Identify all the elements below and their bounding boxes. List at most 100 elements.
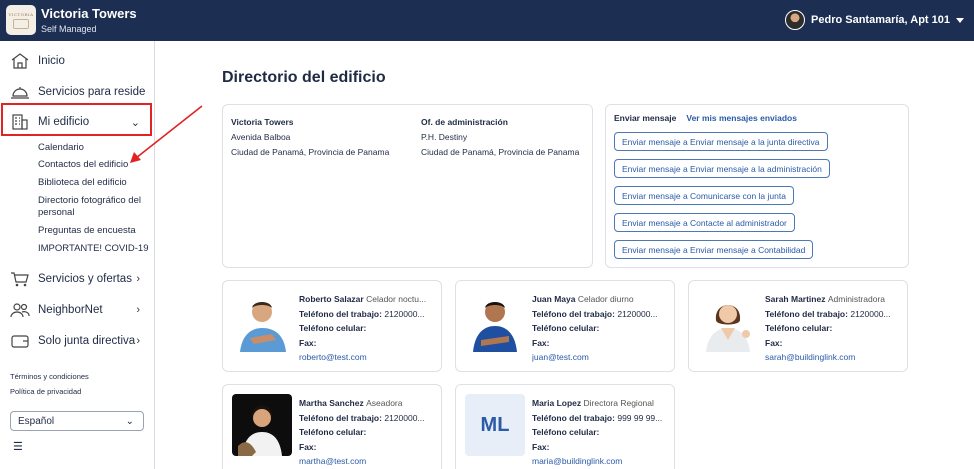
- contact-role: Administradora: [827, 294, 886, 304]
- user-avatar: [785, 10, 806, 30]
- cell-phone-label: Teléfono celular:: [532, 323, 600, 333]
- fax-label: Fax:: [532, 441, 550, 452]
- work-phone-label: Teléfono del trabajo:: [299, 412, 382, 423]
- sidebar-item-label: Servicios para residentes: [38, 86, 146, 98]
- building-line2: Ciudad de Panamá, Provincia de Panama: [231, 147, 390, 157]
- language-select[interactable]: Español ⌄: [10, 411, 144, 431]
- contact-info: Sarah Martinez Administradora Teléfono d…: [765, 292, 905, 365]
- contact-name: Roberto Salazar: [299, 294, 364, 304]
- contact-role: Celador noctu...: [366, 294, 427, 304]
- collapse-sidebar-icon[interactable]: ☰: [13, 440, 23, 453]
- building-logo[interactable]: VICTORIA: [6, 5, 36, 35]
- cell-phone-label: Teléfono celular:: [299, 323, 367, 333]
- contact-email[interactable]: sarah@buildinglink.com: [765, 350, 905, 365]
- wallet-icon: [11, 335, 29, 348]
- terms-link[interactable]: Términos y condiciones: [10, 372, 89, 381]
- contact-name: Sarah Martinez: [765, 294, 826, 304]
- contact-name: Maria Lopez: [532, 398, 582, 408]
- admin-address: Of. de administración P.H. Destiny Ciuda…: [421, 115, 579, 160]
- messages-card: Enviar mensaje Ver mis mensajes enviados…: [605, 104, 909, 268]
- sidebar-item-label: Inicio: [38, 55, 65, 67]
- send-message-accounting-button[interactable]: Enviar mensaje a Enviar mensaje a Contab…: [614, 240, 814, 259]
- app-title: Victoria Towers: [41, 6, 137, 21]
- send-message-contact-board-button[interactable]: Enviar mensaje a Comunicarse con la junt…: [614, 186, 794, 205]
- send-message-contact-admin-button[interactable]: Enviar mensaje a Contacte al administrad…: [614, 213, 795, 232]
- logo-mark: [13, 18, 29, 29]
- chevron-right-icon: ›: [136, 304, 140, 316]
- admin-heading: Of. de administración: [421, 117, 508, 127]
- admin-line2: Ciudad de Panamá, Provincia de Panama: [421, 147, 580, 157]
- cart-icon: [11, 272, 29, 287]
- chevron-right-icon: ›: [136, 273, 140, 285]
- sidebar-item-inicio[interactable]: Inicio: [0, 47, 154, 75]
- admin-line1: P.H. Destiny: [421, 132, 468, 142]
- top-bar: VICTORIA Victoria Towers Self Managed Pe…: [0, 0, 974, 41]
- contact-card[interactable]: ML Maria Lopez Directora Regional Teléfo…: [455, 384, 675, 469]
- logo-text: VICTORIA: [8, 11, 34, 17]
- address-card: Victoria Towers Avenida Balboa Ciudad de…: [222, 104, 593, 268]
- language-value: Español: [18, 415, 55, 427]
- building-name: Victoria Towers: [231, 117, 294, 127]
- contact-photo: [232, 290, 292, 352]
- work-phone: 2120000...: [384, 308, 425, 319]
- sidebar-item-junta-directiva[interactable]: Solo junta directiva ›: [0, 327, 154, 355]
- sidebar-item-neighbornet[interactable]: NeighborNet ›: [0, 296, 154, 324]
- fax-label: Fax:: [299, 441, 317, 452]
- submenu-contactos[interactable]: Contactos del edificio: [38, 159, 150, 171]
- contact-info: Maria Lopez Directora Regional Teléfono …: [532, 396, 672, 469]
- contact-info: Martha Sanchez Aseadora Teléfono del tra…: [299, 396, 439, 469]
- contact-email[interactable]: martha@test.com: [299, 454, 439, 469]
- work-phone: 2120000...: [384, 412, 425, 423]
- work-phone-label: Teléfono del trabajo:: [532, 412, 615, 423]
- cell-phone-label: Teléfono celular:: [532, 427, 600, 437]
- work-phone: 2120000...: [850, 308, 891, 319]
- work-phone-label: Teléfono del trabajo:: [765, 308, 848, 319]
- work-phone-label: Teléfono del trabajo:: [299, 308, 382, 319]
- submenu-biblioteca[interactable]: Biblioteca del edificio: [38, 177, 150, 189]
- contact-role: Directora Regional: [583, 398, 654, 408]
- sidebar-item-label: Solo junta directiva: [38, 335, 136, 347]
- contact-info: Juan Maya Celador diurno Teléfono del tr…: [532, 292, 672, 365]
- submenu-calendario[interactable]: Calendario: [38, 142, 150, 154]
- submenu-directorio-fotografico[interactable]: Directorio fotográfico del personal: [38, 195, 150, 219]
- sent-messages-link[interactable]: Ver mis mensajes enviados: [686, 113, 797, 123]
- user-name: Pedro Santamaría, Apt 101: [811, 14, 950, 26]
- contact-photo: [465, 290, 525, 352]
- fax-label: Fax:: [299, 337, 317, 348]
- submenu-preguntas[interactable]: Preguntas de encuesta: [38, 225, 150, 237]
- work-phone: 2120000...: [617, 308, 658, 319]
- contact-name: Juan Maya: [532, 294, 576, 304]
- contact-photo: [698, 290, 758, 352]
- building-address: Victoria Towers Avenida Balboa Ciudad de…: [231, 115, 389, 160]
- work-phone-label: Teléfono del trabajo:: [532, 308, 615, 319]
- contact-email[interactable]: juan@test.com: [532, 350, 672, 365]
- chevron-down-icon: [956, 17, 964, 23]
- send-message-admin-button[interactable]: Enviar mensaje a Enviar mensaje a la adm…: [614, 159, 830, 178]
- chevron-down-icon: ⌄: [125, 415, 134, 427]
- privacy-link[interactable]: Política de privacidad: [10, 387, 81, 396]
- contact-card[interactable]: Martha Sanchez Aseadora Teléfono del tra…: [222, 384, 442, 469]
- service-bell-icon: [11, 87, 29, 99]
- contact-card[interactable]: Juan Maya Celador diurno Teléfono del tr…: [455, 280, 675, 372]
- fax-label: Fax:: [765, 337, 783, 348]
- contact-role: Celador diurno: [577, 294, 634, 304]
- app-subtitle: Self Managed: [41, 24, 97, 34]
- sidebar-item-servicios-residentes[interactable]: Servicios para residentes: [0, 78, 154, 106]
- sidebar-item-label: NeighborNet: [38, 304, 103, 316]
- contact-card[interactable]: Roberto Salazar Celador noctu... Teléfon…: [222, 280, 442, 372]
- messages-heading: Enviar mensaje: [614, 113, 677, 123]
- contact-card[interactable]: Sarah Martinez Administradora Teléfono d…: [688, 280, 908, 372]
- contact-name: Martha Sanchez: [299, 398, 364, 408]
- home-icon: [11, 53, 29, 69]
- contact-role: Aseadora: [366, 398, 403, 408]
- fax-label: Fax:: [532, 337, 550, 348]
- contact-email[interactable]: roberto@test.com: [299, 350, 439, 365]
- send-message-board-button[interactable]: Enviar mensaje a Enviar mensaje a la jun…: [614, 132, 828, 151]
- sidebar-item-servicios-ofertas[interactable]: Servicios y ofertas ›: [0, 265, 154, 293]
- people-icon: [10, 303, 30, 318]
- user-menu[interactable]: Pedro Santamaría, Apt 101: [785, 10, 964, 30]
- submenu-covid[interactable]: IMPORTANTE! COVID-19: [38, 243, 150, 255]
- cell-phone-label: Teléfono celular:: [765, 323, 833, 333]
- contact-email[interactable]: maria@buildinglink.com: [532, 454, 672, 469]
- cell-phone-label: Teléfono celular:: [299, 427, 367, 437]
